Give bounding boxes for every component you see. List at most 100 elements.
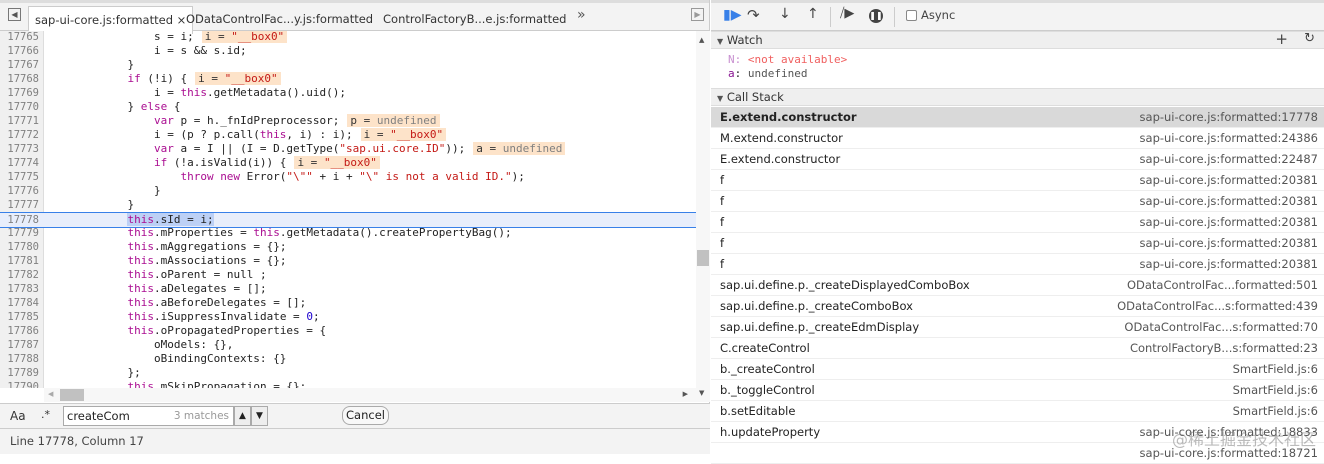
line-number[interactable]: 17785	[0, 310, 42, 324]
call-frame[interactable]: f sap-ui-core.js:formatted:20381	[711, 233, 1324, 254]
frame-location[interactable]: sap-ui-core.js:formatted:17778	[1140, 107, 1318, 128]
toggle-debugger-icon[interactable]: ▶	[691, 8, 704, 21]
line-number[interactable]: 17789	[0, 366, 42, 380]
call-frame[interactable]: f sap-ui-core.js:formatted:20381	[711, 254, 1324, 275]
call-stack-section-header[interactable]: ▼ Call Stack	[711, 88, 1324, 106]
call-frame[interactable]: b._toggleControl SmartField.js:6	[711, 380, 1324, 401]
line-number[interactable]: 17774	[0, 156, 42, 170]
line-number[interactable]: 17781	[0, 254, 42, 268]
code-line[interactable]: 17786 this.oPropagatedProperties = {	[0, 324, 696, 338]
call-frame[interactable]: sap.ui.define.p._createDisplayedComboBox…	[711, 275, 1324, 296]
watch-item[interactable]: N: <not available>	[728, 53, 1324, 67]
frame-location[interactable]: sap-ui-core.js:formatted:22487	[1140, 149, 1318, 170]
cancel-search-button[interactable]: Cancel	[342, 406, 389, 425]
code-line[interactable]: 17787 oModels: {},	[0, 338, 696, 352]
tab-overflow-icon[interactable]: »	[577, 7, 586, 23]
line-number[interactable]: 17787	[0, 338, 42, 352]
code-line[interactable]: 17783 this.aDelegates = [];	[0, 282, 696, 296]
frame-location[interactable]: SmartField.js:6	[1233, 359, 1318, 380]
code-line[interactable]: 17769 i = this.getMetadata().uid();	[0, 86, 696, 100]
refresh-icon[interactable]: ↻	[1304, 31, 1315, 47]
code-line[interactable]: 17768 if (!i) {i = "__box0"	[0, 72, 696, 86]
call-frame[interactable]: b._createControl SmartField.js:6	[711, 359, 1324, 380]
deactivate-breakpoints-icon[interactable]: ⧸▶	[840, 6, 854, 21]
previous-match-button[interactable]: ▲	[234, 406, 251, 426]
frame-location[interactable]: ControlFactoryB...s:formatted:23	[1130, 338, 1318, 359]
pause-on-exceptions-icon[interactable]: ❚❚	[869, 9, 883, 23]
regex-toggle[interactable]: .*	[41, 408, 50, 421]
call-frame[interactable]: M.extend.constructor sap-ui-core.js:forma…	[711, 128, 1324, 149]
code-line[interactable]: 17776 }	[0, 184, 696, 198]
line-number[interactable]: 17765	[0, 31, 42, 44]
line-number[interactable]: 17788	[0, 352, 42, 366]
scroll-up-icon[interactable]: ▲	[699, 36, 704, 44]
frame-location[interactable]: ODataControlFac...s:formatted:439	[1117, 296, 1318, 317]
frame-location[interactable]: sap-ui-core.js:formatted:20381	[1140, 191, 1318, 212]
code-line[interactable]: 17765 s = i; i = "__box0"	[0, 31, 696, 44]
code-line[interactable]: 17781 this.mAssociations = {};	[0, 254, 696, 268]
line-number[interactable]: 17769	[0, 86, 42, 100]
frame-location[interactable]: sap-ui-core.js:formatted:20381	[1140, 233, 1318, 254]
line-number[interactable]: 17776	[0, 184, 42, 198]
line-number[interactable]: 17782	[0, 268, 42, 282]
line-number[interactable]: 17770	[0, 100, 42, 114]
line-number[interactable]: 17771	[0, 114, 42, 128]
code-line[interactable]: 17779 this.mProperties = this.getMetadat…	[0, 226, 696, 240]
call-frame[interactable]: f sap-ui-core.js:formatted:20381	[711, 170, 1324, 191]
step-into-icon[interactable]: ↓	[779, 6, 791, 22]
step-over-icon[interactable]: ↷	[747, 6, 760, 24]
scroll-right-icon[interactable]: ▶	[683, 390, 688, 398]
call-frame[interactable]: f sap-ui-core.js:formatted:20381	[711, 212, 1324, 233]
tab-controlfactorybase[interactable]: ControlFactoryB...e.js:formatted	[377, 6, 572, 34]
call-frame[interactable]: E.extend.constructor sap-ui-core.js:forma…	[711, 149, 1324, 170]
watch-section-header[interactable]: ▼ Watch + ↻	[711, 31, 1324, 49]
scroll-left-icon[interactable]: ◀	[48, 390, 53, 398]
code-line[interactable]: 17771 var p = h._fnIdPreprocessor; p = un…	[0, 114, 696, 128]
line-number[interactable]: 17767	[0, 58, 42, 72]
frame-location[interactable]: SmartField.js:6	[1233, 401, 1318, 422]
code-line[interactable]: 17790 this.mSkipPropagation = {};	[0, 380, 696, 388]
line-number[interactable]: 17790	[0, 380, 42, 388]
vertical-scrollbar[interactable]: ▲ ▼	[696, 31, 710, 402]
line-number[interactable]: 17783	[0, 282, 42, 296]
call-frame[interactable]: b.setEditable SmartField.js:6	[711, 401, 1324, 422]
code-line[interactable]: 17775 throw new Error("\"" + i + "\" is …	[0, 170, 696, 184]
code-line[interactable]: 17785 this.iSuppressInvalidate = 0;	[0, 310, 696, 324]
code-line[interactable]: 17784 this.aBeforeDelegates = [];	[0, 296, 696, 310]
search-input[interactable]: createCom 3 matches	[63, 406, 234, 426]
code-line[interactable]: 17774 if (!a.isValid(i)) {i = "__box0"	[0, 156, 696, 170]
code-editor[interactable]: 17765 s = i; i = "__box0" 17766 i = s && s…	[0, 31, 696, 388]
line-number[interactable]: 17768	[0, 72, 42, 86]
line-number[interactable]: 17784	[0, 296, 42, 310]
code-line[interactable]: 17773 var a = I || (I = D.getType("sap.u…	[0, 142, 696, 156]
add-watch-icon[interactable]: +	[1275, 31, 1288, 47]
code-line[interactable]: 17788 oBindingContexts: {}	[0, 352, 696, 366]
horizontal-scrollbar[interactable]: ◀ ▶	[44, 388, 696, 402]
line-number[interactable]: 17778	[0, 213, 42, 227]
resume-icon[interactable]: ▮▶	[723, 7, 741, 23]
line-number[interactable]: 17772	[0, 128, 42, 142]
code-line[interactable]: 17767 }	[0, 58, 696, 72]
line-number[interactable]: 17779	[0, 226, 42, 240]
match-case-toggle[interactable]: Aa	[10, 409, 26, 423]
hscrollbar-thumb[interactable]	[60, 389, 84, 401]
frame-location[interactable]: SmartField.js:6	[1233, 380, 1318, 401]
async-checkbox[interactable]	[906, 10, 917, 21]
next-match-button[interactable]: ▼	[251, 406, 268, 426]
frame-location[interactable]: sap-ui-core.js:formatted:20381	[1140, 254, 1318, 275]
call-frame[interactable]: C.createControl ControlFactoryB...s:forma…	[711, 338, 1324, 359]
code-line[interactable]: 17782 this.oParent = null ;	[0, 268, 696, 282]
tab-sap-ui-core[interactable]: sap-ui-core.js:formatted ×	[28, 6, 194, 34]
call-frame[interactable]: f sap-ui-core.js:formatted:20381	[711, 191, 1324, 212]
line-number[interactable]: 17775	[0, 170, 42, 184]
line-number[interactable]: 17766	[0, 44, 42, 58]
call-frame[interactable]: sap.ui.define.p._createComboBox ODataCont…	[711, 296, 1324, 317]
frame-location[interactable]: sap-ui-core.js:formatted:20381	[1140, 170, 1318, 191]
watch-item[interactable]: a: undefined	[728, 67, 1324, 81]
scroll-down-icon[interactable]: ▼	[699, 389, 704, 397]
tab-odatacontrolfactory[interactable]: ODataControlFac...y.js:formatted	[180, 6, 379, 34]
code-line[interactable]: 17777 }	[0, 198, 696, 212]
line-number[interactable]: 17773	[0, 142, 42, 156]
code-line[interactable]: 17780 this.mAggregations = {};	[0, 240, 696, 254]
line-number[interactable]: 17777	[0, 198, 42, 212]
